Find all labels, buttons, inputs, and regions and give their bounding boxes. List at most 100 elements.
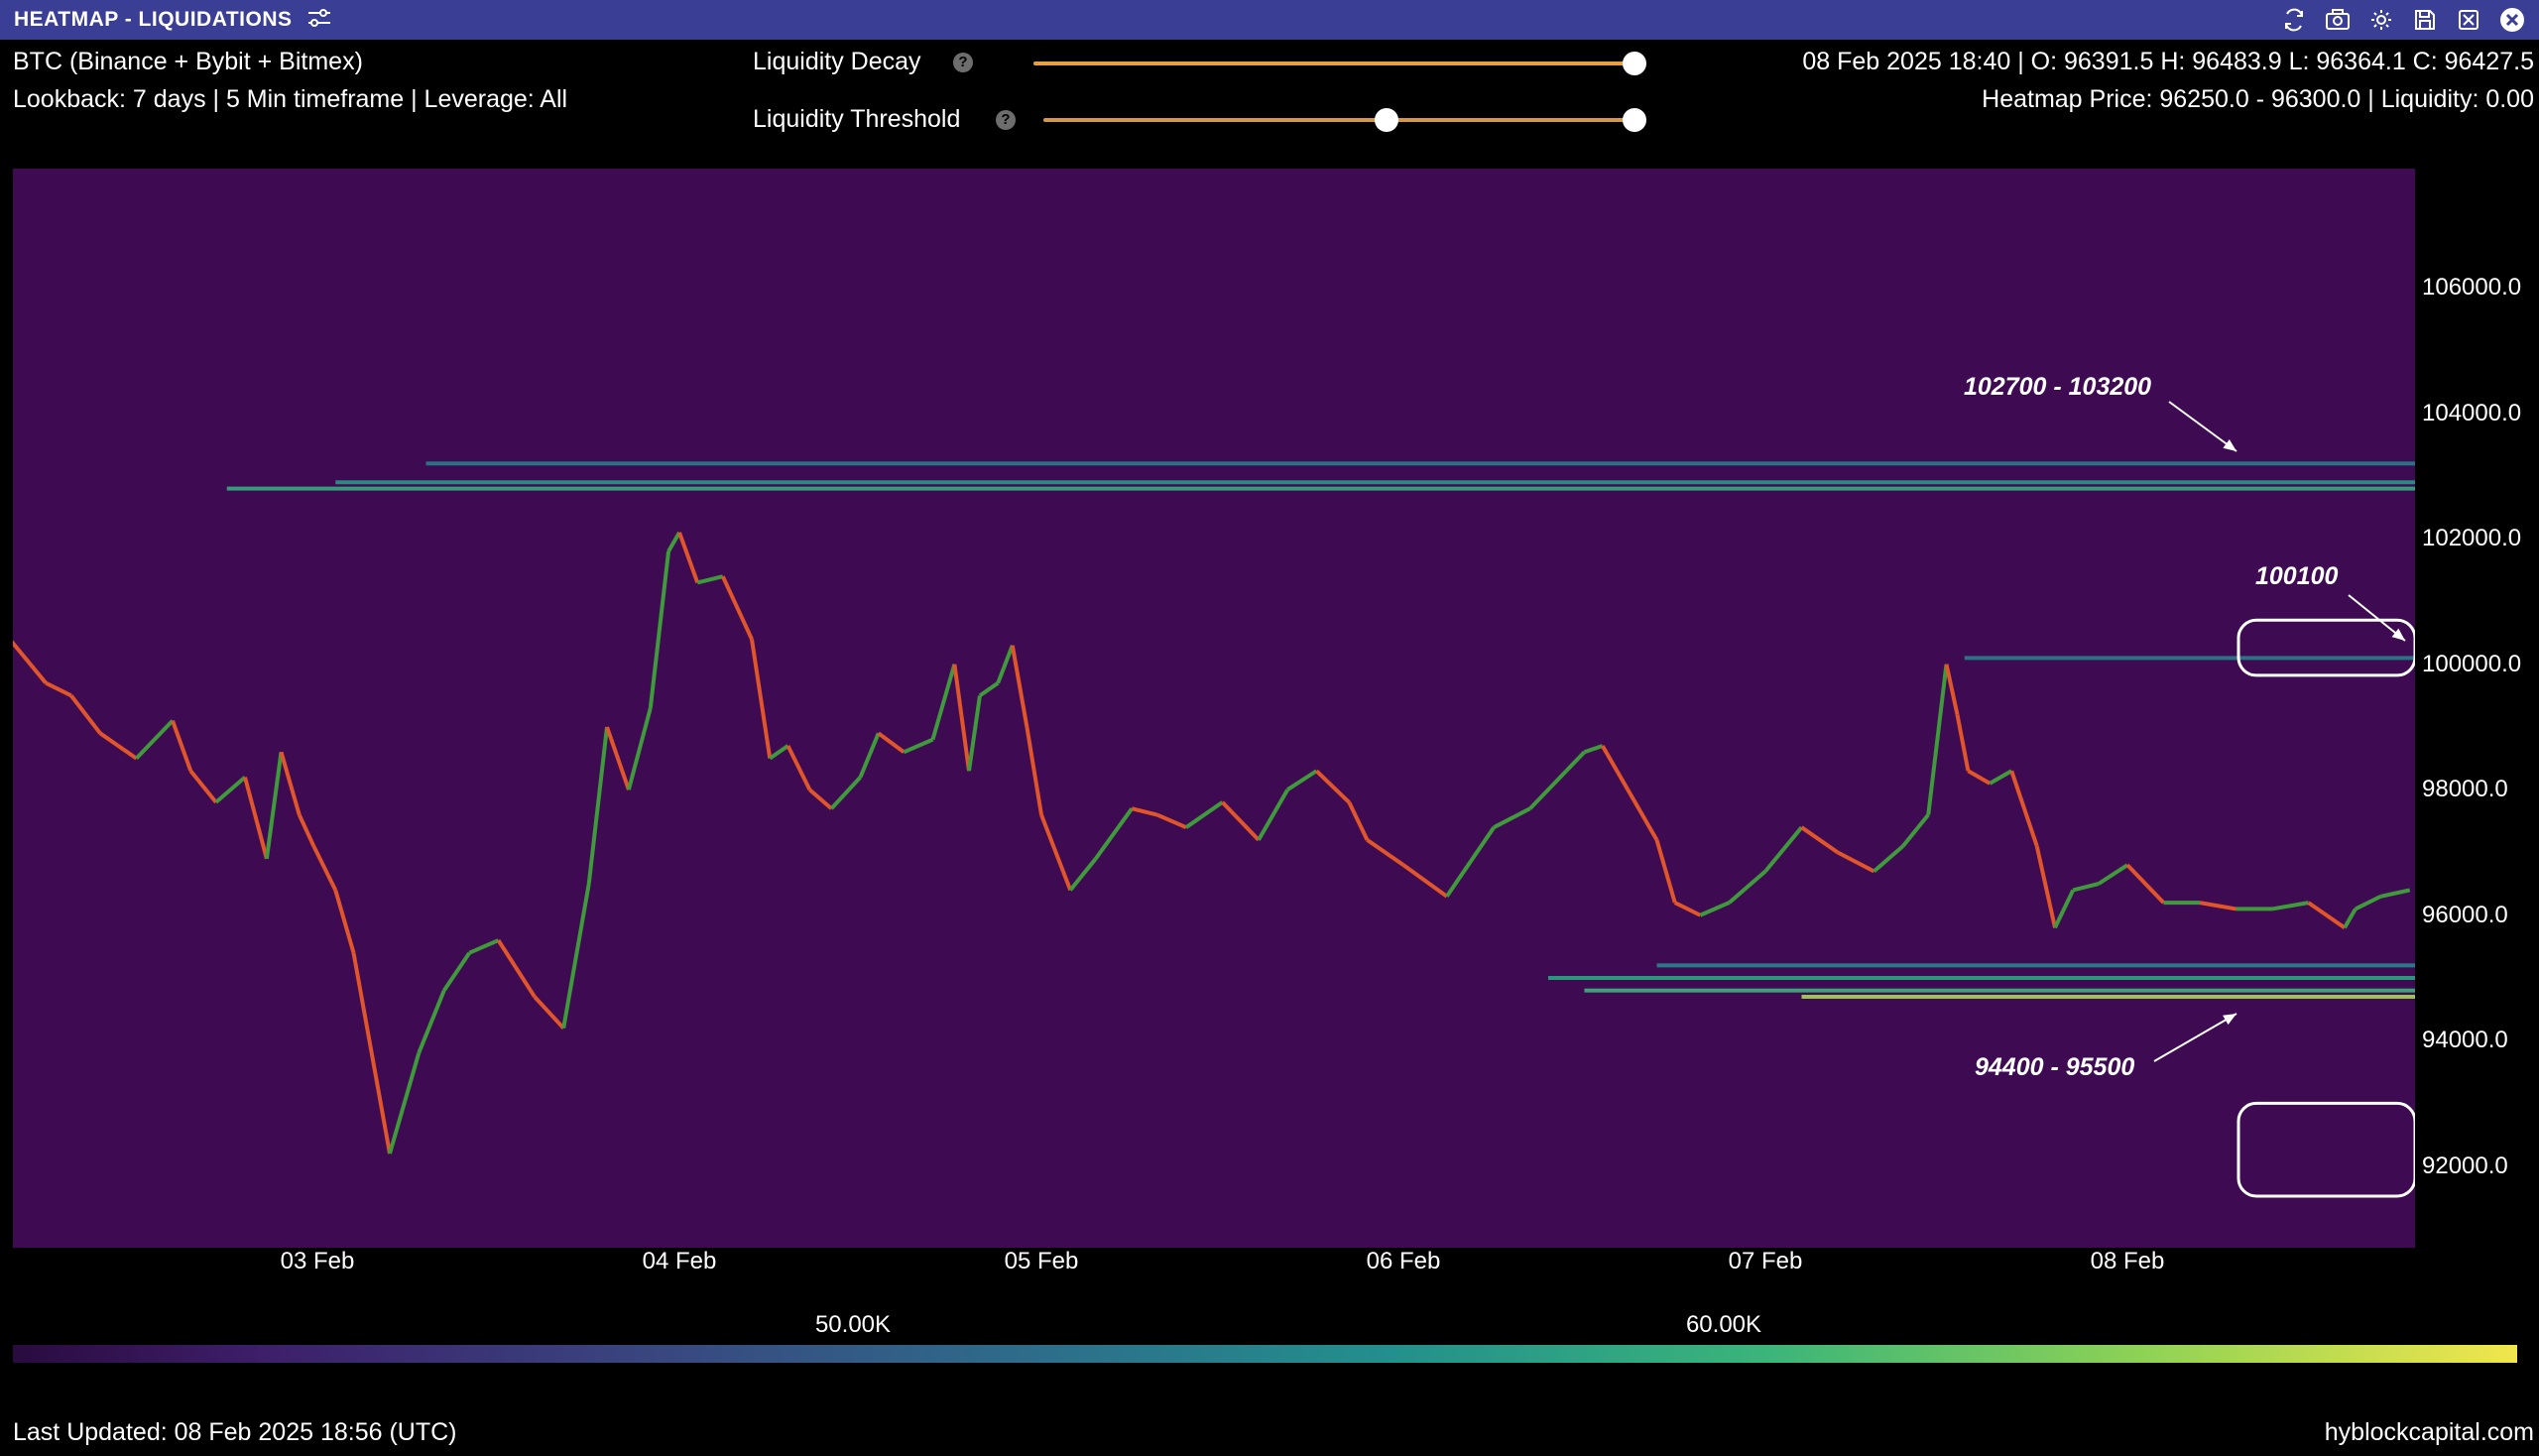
price-segment-48 (1068, 857, 1098, 892)
close-icon[interactable] (2497, 5, 2527, 35)
price-segment-30 (696, 574, 724, 585)
threshold-knob-low[interactable] (1374, 108, 1398, 132)
price-segment-42 (967, 695, 982, 772)
window-title: HEATMAP - LIQUIDATIONS (14, 8, 293, 31)
price-segment-53 (1221, 800, 1261, 842)
price-segment-81 (2009, 770, 2039, 847)
y-tick-label: 104000.0 (2422, 399, 2522, 426)
y-tick-label: 102000.0 (2422, 525, 2522, 552)
price-segment-17 (388, 1052, 422, 1154)
annotation-100100: 100100 (2255, 562, 2339, 590)
price-segment-46 (1025, 726, 1043, 815)
price-segment-13 (297, 813, 316, 848)
price-segment-3 (45, 680, 72, 698)
price-segment-79 (1967, 769, 1992, 786)
price-segment-67 (1654, 839, 1677, 904)
price-segment-60 (1445, 826, 1496, 898)
x-tick-label: 03 Feb (280, 1248, 355, 1274)
highlight-box-lower (2237, 1101, 2415, 1198)
heatmap-plot[interactable] (13, 169, 2415, 1248)
decay-help-icon[interactable]: ? (953, 53, 973, 72)
price-segment-76 (1926, 664, 1949, 815)
liquidity-threshold-slider[interactable] (1043, 108, 1646, 132)
x-tick-label: 08 Feb (2090, 1248, 2165, 1274)
price-segment-15 (333, 889, 356, 954)
y-tick-label: 92000.0 (2422, 1152, 2508, 1179)
price-segment-51 (1156, 812, 1187, 830)
price-segment-83 (2053, 889, 2076, 929)
liquidity-threshold-label: Liquidity Threshold (753, 105, 961, 133)
price-segment-6 (135, 719, 175, 760)
x-tick-label: 06 Feb (1366, 1248, 1441, 1274)
price-segment-93 (2355, 894, 2382, 911)
price-segment-78 (1955, 713, 1971, 772)
price-segment-72 (1800, 825, 1840, 855)
price-segment-4 (69, 694, 102, 735)
price-segment-36 (829, 776, 862, 810)
price-segment-43 (978, 681, 1000, 697)
decay-knob[interactable] (1623, 52, 1646, 75)
settings-sliders-icon[interactable] (306, 7, 332, 34)
liquidity-band-7 (1801, 994, 2415, 999)
price-segment-55 (1286, 769, 1318, 791)
price-segment-57 (1347, 801, 1370, 841)
colorbar-tick-60k: 60.00K (1685, 1311, 1762, 1338)
price-segment-18 (417, 989, 446, 1054)
liquidity-decay-label: Liquidity Decay (753, 48, 921, 75)
price-segment-86 (2125, 863, 2165, 905)
title-bar: HEATMAP - LIQUIDATIONS (0, 0, 2539, 40)
price-segment-47 (1039, 813, 1073, 892)
price-segment-5 (98, 731, 138, 761)
price-segment-73 (1837, 850, 1875, 874)
price-segment-59 (1401, 863, 1448, 899)
price-segment-50 (1131, 806, 1158, 817)
price-segment-9 (214, 776, 247, 804)
colorbar-tick-50k: 50.00K (814, 1311, 892, 1338)
price-segment-11 (264, 752, 284, 860)
price-segment-29 (677, 532, 700, 584)
liquidity-decay-slider[interactable] (1033, 52, 1646, 75)
y-tick-label: 96000.0 (2422, 901, 2508, 928)
lookback-info: Lookback: 7 days | 5 Min timeframe | Lev… (13, 85, 568, 113)
price-segment-63 (1564, 750, 1586, 773)
liquidity-band-5 (1548, 976, 2415, 980)
price-segment-84 (2072, 882, 2100, 893)
threshold-knob-high[interactable] (1623, 108, 1646, 132)
source-link[interactable]: hyblockcapital.com (2325, 1418, 2534, 1447)
price-segment-70 (1728, 869, 1767, 905)
annotation-upper-band: 102700 - 103200 (1964, 373, 2152, 401)
price-segment-39 (903, 737, 934, 755)
liquidity-band-3 (1964, 656, 2415, 661)
threshold-help-icon[interactable]: ? (996, 110, 1016, 130)
price-segment-44 (996, 645, 1015, 684)
price-segment-26 (626, 707, 653, 790)
save-icon[interactable] (2410, 5, 2440, 35)
colorbar (13, 1345, 2517, 1363)
gear-icon[interactable] (2366, 5, 2396, 35)
price-segment-24 (586, 726, 609, 885)
price-segment-37 (858, 732, 881, 779)
price-segment-90 (2271, 901, 2309, 911)
decay-track (1033, 61, 1634, 65)
price-segment-65 (1601, 744, 1631, 791)
y-tick-label: 100000.0 (2422, 650, 2522, 677)
price-segment-38 (877, 731, 906, 754)
price-segment-75 (1901, 813, 1930, 848)
price-segment-56 (1315, 769, 1351, 804)
price-segment-92 (2343, 908, 2358, 929)
export-icon[interactable] (2454, 5, 2483, 35)
price-segment-49 (1094, 807, 1134, 860)
price-segment-21 (496, 938, 537, 999)
refresh-icon[interactable] (2279, 5, 2309, 35)
price-segment-88 (2199, 901, 2237, 911)
arrow-upper (2168, 401, 2237, 452)
price-segment-31 (720, 575, 754, 641)
price-segment-66 (1626, 789, 1659, 841)
price-segment-27 (648, 550, 671, 709)
camera-icon[interactable] (2323, 5, 2353, 35)
price-segment-71 (1763, 825, 1804, 873)
price-segment-23 (561, 883, 591, 1029)
x-tick-label: 05 Feb (1004, 1248, 1079, 1274)
price-segment-2 (13, 640, 48, 684)
liquidity-band-1 (335, 480, 2415, 485)
